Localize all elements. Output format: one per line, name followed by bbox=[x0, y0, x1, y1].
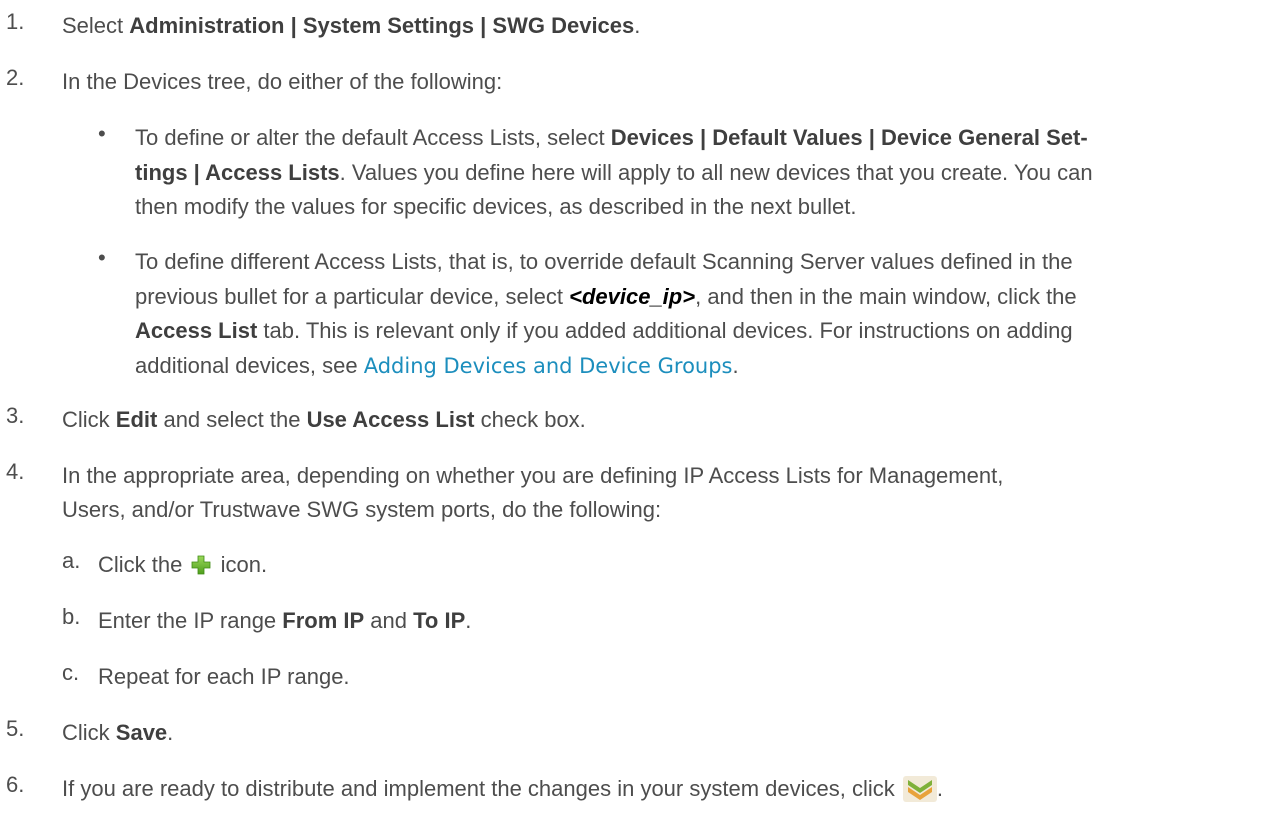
step-text: In the appropriate area, depending on wh… bbox=[62, 463, 1004, 522]
step-text: If you are ready to distribute and imple… bbox=[62, 776, 943, 802]
step-number: 3. bbox=[6, 403, 25, 428]
bullet-text: To define different Access Lists, that i… bbox=[135, 249, 1077, 378]
menu-path: Administration | System Settings | SWG D… bbox=[129, 13, 635, 38]
step-text: In the Devices tree, do either of the fo… bbox=[62, 69, 503, 94]
step-text: Click Save. bbox=[62, 720, 174, 745]
substep-mark: b. bbox=[62, 604, 81, 629]
device-ip-placeholder: <device_ip> bbox=[569, 283, 696, 309]
substep-mark: c. bbox=[62, 660, 80, 685]
step-number: 4. bbox=[6, 459, 25, 484]
bullet-text: To define or alter the default Access Li… bbox=[135, 125, 1093, 219]
adding-devices-link[interactable]: Adding Devices and Device Groups bbox=[364, 354, 733, 378]
substep-text: Click the icon. bbox=[98, 552, 268, 577]
add-plus-icon bbox=[190, 552, 212, 575]
step-text: Click Edit and select the Use Access Lis… bbox=[62, 407, 586, 432]
step-text: Select Administration | System Settings … bbox=[62, 13, 641, 38]
substep-mark: a. bbox=[62, 548, 81, 573]
substep-text: Repeat for each IP range. bbox=[98, 664, 350, 689]
step-number: 5. bbox=[6, 716, 25, 741]
step-number: 2. bbox=[6, 65, 25, 90]
bullet-icon: • bbox=[98, 121, 106, 146]
deploy-changes-icon bbox=[902, 776, 937, 802]
step-number: 6. bbox=[6, 772, 25, 797]
step-number: 1. bbox=[6, 9, 25, 34]
substep-text: Enter the IP range From IP and To IP. bbox=[98, 608, 472, 633]
bullet-icon: • bbox=[98, 245, 106, 270]
